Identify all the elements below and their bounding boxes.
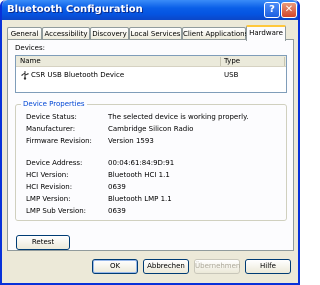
device-address-value: 00:04:61:84:9D:91 — [108, 159, 175, 167]
bluetooth-config-window: Bluetooth Configuration ? ✕ General Acce… — [0, 0, 300, 285]
device-status-label: Device Status: — [26, 113, 77, 121]
device-status-value: The selected device is working properly. — [108, 113, 249, 121]
lmp-version-value: Bluetooth LMP 1.1 — [108, 195, 172, 203]
help-button[interactable]: Hilfe — [245, 259, 291, 274]
column-name[interactable]: Name — [20, 57, 41, 65]
hci-revision-value: 0639 — [108, 183, 126, 191]
hardware-panel: Devices: Name Type CSR USB Bluetooth Dev… — [7, 39, 294, 251]
usb-icon — [21, 71, 29, 80]
devices-list[interactable]: Name Type CSR USB Bluetooth Device USB — [15, 55, 287, 93]
ok-button[interactable]: OK — [92, 259, 138, 274]
lmp-sub-version-label: LMP Sub Version: — [26, 207, 87, 215]
lmp-sub-version-value: 0639 — [108, 207, 126, 215]
hci-revision-label: HCI Revision: — [26, 183, 73, 191]
lmp-version-label: LMP Version: — [26, 195, 71, 203]
column-divider[interactable] — [220, 57, 221, 66]
firmware-revision-label: Firmware Revision: — [26, 137, 92, 145]
manufacturer-label: Manufacturer: — [26, 125, 76, 133]
tab-hardware[interactable]: Hardware — [246, 25, 286, 41]
device-address-label: Device Address: — [26, 159, 83, 167]
column-type[interactable]: Type — [224, 57, 240, 65]
hci-version-value: Bluetooth HCI 1.1 — [108, 171, 170, 179]
title-bar[interactable]: Bluetooth Configuration ? ✕ — [2, 0, 298, 20]
retest-button[interactable]: Retest — [16, 235, 70, 250]
window-title: Bluetooth Configuration — [7, 4, 143, 15]
list-item[interactable]: CSR USB Bluetooth Device USB — [16, 70, 286, 81]
manufacturer-value: Cambridge Silicon Radio — [108, 125, 194, 133]
cancel-button[interactable]: Abbrechen — [143, 259, 189, 274]
close-icon[interactable]: ✕ — [281, 2, 297, 18]
list-header: Name Type — [16, 56, 286, 67]
hci-version-label: HCI Version: — [26, 171, 69, 179]
device-name: CSR USB Bluetooth Device — [31, 71, 125, 79]
device-type: USB — [224, 71, 239, 79]
apply-button[interactable]: Übernehmen — [194, 259, 240, 274]
firmware-revision-value: Version 1593 — [108, 137, 154, 145]
help-title-button[interactable]: ? — [264, 2, 280, 18]
group-title: Device Properties — [21, 100, 87, 108]
column-divider[interactable] — [284, 57, 285, 66]
devices-label: Devices: — [15, 44, 45, 52]
device-properties-group: Device Properties Device Status: The sel… — [15, 100, 287, 221]
